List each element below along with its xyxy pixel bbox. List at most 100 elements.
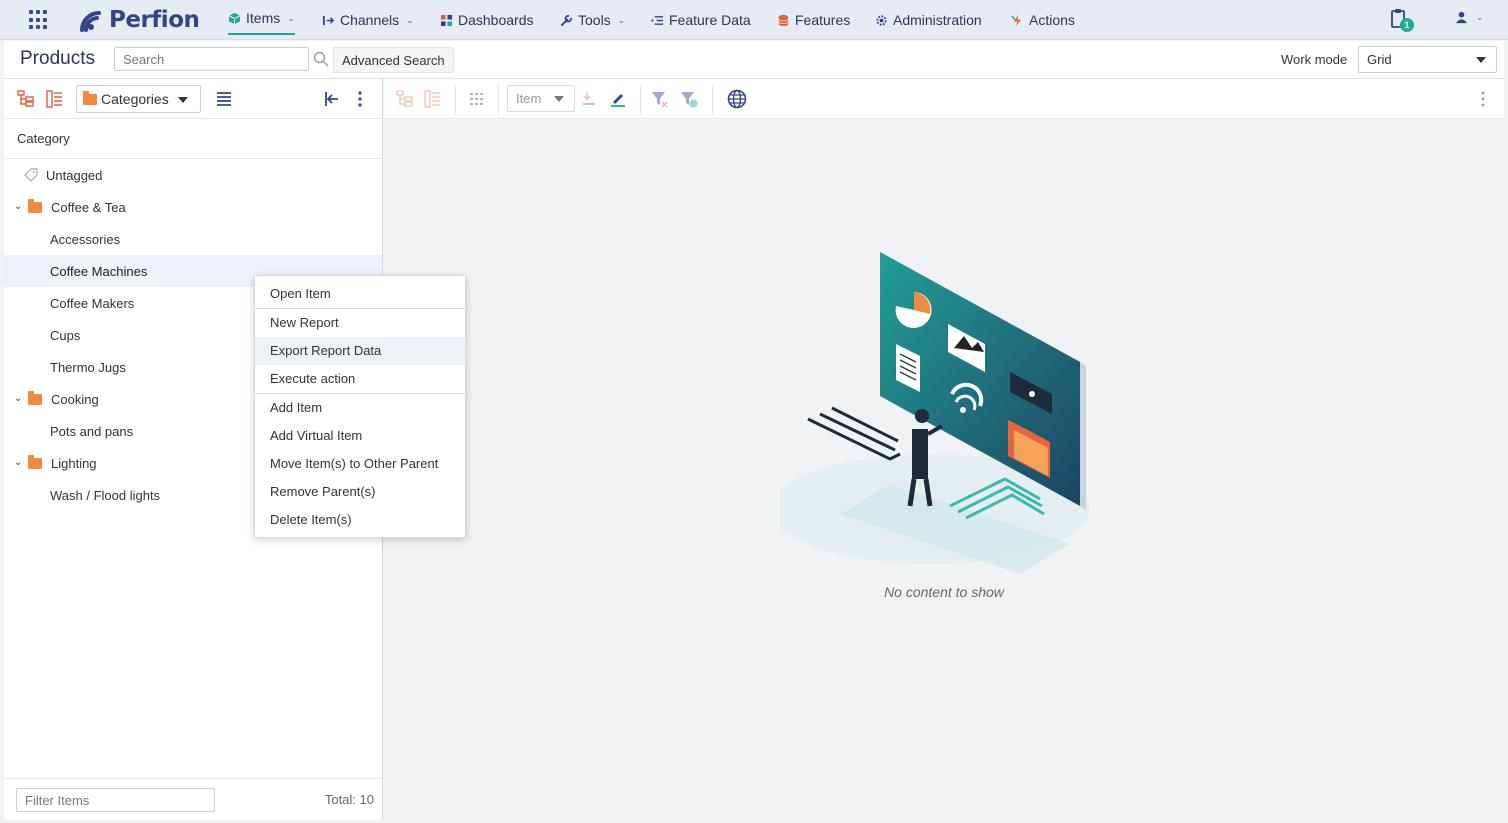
toolbar-divider xyxy=(455,85,456,115)
folder-icon xyxy=(28,454,42,469)
tree-item-coffee-tea[interactable]: ⌄ Coffee & Tea xyxy=(4,191,382,223)
folder-icon xyxy=(28,390,42,405)
top-navigation-bar: Perfion Items ⌄ Channels ⌄ Dashboards Tool… xyxy=(0,0,1508,40)
gear-icon xyxy=(876,14,887,26)
work-mode-select[interactable]: Grid xyxy=(1358,46,1497,73)
toolbar-divider xyxy=(640,85,641,115)
nav-tools-label: Tools xyxy=(578,12,611,28)
toolbar-divider xyxy=(712,85,713,115)
tree-item-label: Thermo Jugs xyxy=(50,359,126,375)
dashboard-icon xyxy=(440,14,453,26)
caret-down-icon xyxy=(554,96,564,102)
grid-toolbar: Item xyxy=(384,79,1504,119)
more-options-icon[interactable] xyxy=(1474,90,1492,108)
tree-expand-icon[interactable] xyxy=(17,90,35,108)
category-toolbar: Categories xyxy=(4,79,382,119)
tree-item-untagged[interactable]: Untagged xyxy=(4,159,382,191)
view-dropdown-value: Categories xyxy=(101,91,169,107)
search-icon[interactable] xyxy=(313,51,329,67)
filter-items-input[interactable] xyxy=(16,788,215,812)
nav-items-label: Items xyxy=(246,10,281,26)
save-download-icon[interactable] xyxy=(581,90,599,108)
filter-clear-icon[interactable] xyxy=(651,90,669,108)
tree-item-label: Untagged xyxy=(46,167,103,183)
toolbar-divider xyxy=(498,85,499,115)
menu-item-add-virtual-item[interactable]: Add Virtual Item xyxy=(255,422,465,450)
more-options-icon[interactable] xyxy=(351,90,369,108)
search-input[interactable] xyxy=(114,47,309,71)
folder-icon xyxy=(83,90,97,105)
user-menu[interactable]: ⌄ xyxy=(1455,11,1484,24)
nav-dashboards[interactable]: Dashboards xyxy=(440,0,534,40)
nav-actions[interactable]: Actions xyxy=(1011,0,1075,40)
tree-list-icon[interactable] xyxy=(424,90,442,108)
empty-state-message: No content to show xyxy=(884,584,1004,600)
total-count: Total: 10 xyxy=(324,792,374,807)
globe-icon[interactable] xyxy=(727,89,747,109)
nav-administration-label: Administration xyxy=(893,12,982,28)
menu-item-delete-items[interactable]: Delete Item(s) xyxy=(255,506,465,534)
menu-item-move-items[interactable]: Move Item(s) to Other Parent xyxy=(255,450,465,478)
menu-item-remove-parents[interactable]: Remove Parent(s) xyxy=(255,478,465,506)
menu-item-export-report-data[interactable]: Export Report Data xyxy=(255,337,465,365)
perfion-logo[interactable]: Perfion xyxy=(77,5,200,35)
chevron-down-icon[interactable]: ⌄ xyxy=(14,393,22,404)
view-dropdown[interactable]: Categories xyxy=(76,85,201,113)
work-mode-label: Work mode xyxy=(1281,52,1348,67)
nav-channels-label: Channels xyxy=(340,12,400,28)
chevron-down-icon: ⌄ xyxy=(617,14,626,25)
notification-badge: 1 xyxy=(1400,18,1414,32)
perfion-logo-icon xyxy=(80,11,101,32)
nav-administration[interactable]: Administration xyxy=(875,0,982,40)
nav-features[interactable]: Features xyxy=(777,0,850,40)
folder-icon xyxy=(28,198,42,213)
cube-icon xyxy=(228,12,241,24)
caret-down-icon xyxy=(1476,57,1486,63)
tree-item-label: Lighting xyxy=(51,455,97,471)
chevron-down-icon: ⌄ xyxy=(287,12,295,23)
chevron-down-icon: ⌄ xyxy=(406,14,414,25)
work-mode-value: Grid xyxy=(1367,52,1392,67)
menu-item-add-item[interactable]: Add Item xyxy=(255,394,465,422)
lightning-icon xyxy=(1011,14,1022,26)
collapse-panel-icon[interactable] xyxy=(323,90,341,108)
tree-item-label: Coffee Machines xyxy=(50,263,148,279)
tree-item-label: Wash / Flood lights xyxy=(50,487,161,503)
chevron-down-icon[interactable]: ⌄ xyxy=(14,201,22,212)
category-panel-footer: Total: 10 xyxy=(4,778,382,820)
products-header: Products Advanced Search Work mode Grid xyxy=(4,41,1504,79)
tree-item-accessories[interactable]: Accessories xyxy=(4,223,382,255)
nav-feature-data[interactable]: Feature Data xyxy=(651,0,751,40)
tree-item-label: Cups xyxy=(50,327,81,343)
tree-item-label: Cooking xyxy=(51,391,99,407)
item-type-value: Item xyxy=(516,91,542,106)
edit-pen-icon[interactable] xyxy=(609,90,627,108)
item-type-dropdown[interactable]: Item xyxy=(507,85,575,112)
tree-item-label: Coffee Makers xyxy=(50,295,135,311)
context-menu: Open Item New Report Export Report Data … xyxy=(254,275,466,538)
nav-channels[interactable]: Channels ⌄ xyxy=(322,0,414,40)
database-icon xyxy=(778,14,789,26)
menu-item-new-report[interactable]: New Report xyxy=(255,309,465,337)
caret-down-icon xyxy=(178,97,188,103)
filter-apply-icon[interactable] xyxy=(680,90,698,108)
category-column-header[interactable]: Category xyxy=(4,119,382,159)
app-launcher-grid-icon[interactable] xyxy=(29,10,49,30)
nav-dashboards-label: Dashboards xyxy=(458,12,534,28)
nav-items[interactable]: Items ⌄ xyxy=(228,3,295,35)
wrench-icon xyxy=(560,14,573,26)
nav-tools[interactable]: Tools ⌄ xyxy=(560,0,625,40)
advanced-search-button[interactable]: Advanced Search xyxy=(333,47,454,73)
page-title: Products xyxy=(20,48,95,69)
list-view-icon[interactable] xyxy=(215,90,233,108)
menu-item-open-item[interactable]: Open Item xyxy=(255,280,465,308)
tree-expand-icon[interactable] xyxy=(396,90,414,108)
tree-item-label: Accessories xyxy=(50,231,121,247)
tree-list-icon[interactable] xyxy=(46,90,64,108)
grid-dots-icon[interactable] xyxy=(468,90,486,108)
channel-arrow-icon xyxy=(322,15,335,25)
menu-item-execute-action[interactable]: Execute action xyxy=(255,365,465,393)
chevron-down-icon[interactable]: ⌄ xyxy=(14,457,22,468)
chevron-down-icon: ⌄ xyxy=(1476,12,1484,22)
tree-item-label: Coffee & Tea xyxy=(51,199,126,215)
